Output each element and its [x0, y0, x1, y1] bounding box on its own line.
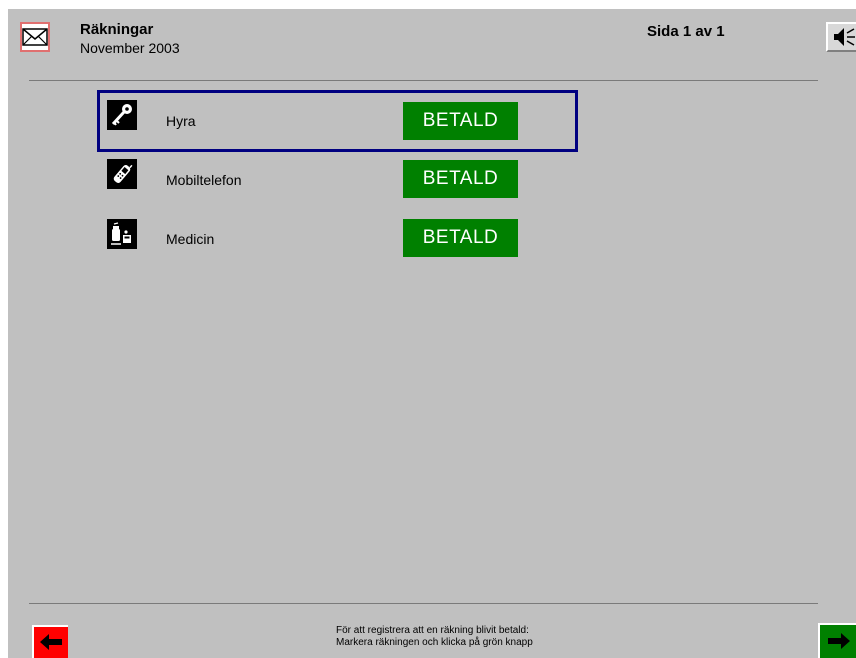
page-title: Räkningar [80, 21, 154, 38]
bills-window: Räkningar November 2003 Sida 1 av 1 Hyra… [8, 9, 856, 658]
speaker-icon [834, 28, 855, 46]
bill-name: Hyra [166, 113, 196, 129]
back-button[interactable] [32, 625, 68, 658]
instruction-line-1: För att registrera att en räkning blivit… [336, 625, 529, 636]
mail-button[interactable] [20, 22, 50, 52]
bill-name: Medicin [166, 231, 215, 247]
bill-name: Mobiltelefon [166, 172, 242, 188]
arrow-right-icon [828, 633, 850, 649]
paid-status-button[interactable]: BETALD [403, 160, 518, 198]
key-icon [107, 100, 137, 130]
forward-button[interactable] [818, 623, 856, 658]
page-indicator: Sida 1 av 1 [647, 23, 725, 40]
medicine-icon [107, 219, 137, 249]
paid-status-button[interactable]: BETALD [403, 102, 518, 140]
paid-status-button[interactable]: BETALD [403, 219, 518, 257]
page-subtitle: November 2003 [80, 40, 180, 56]
mobile-phone-icon [107, 159, 137, 189]
instruction-line-2: Markera räkningen och klicka på grön kna… [336, 637, 533, 648]
arrow-left-icon [40, 634, 62, 650]
speaker-button[interactable] [826, 22, 856, 52]
footer-divider [29, 603, 818, 604]
header-divider [29, 80, 818, 81]
envelope-icon [22, 28, 48, 46]
